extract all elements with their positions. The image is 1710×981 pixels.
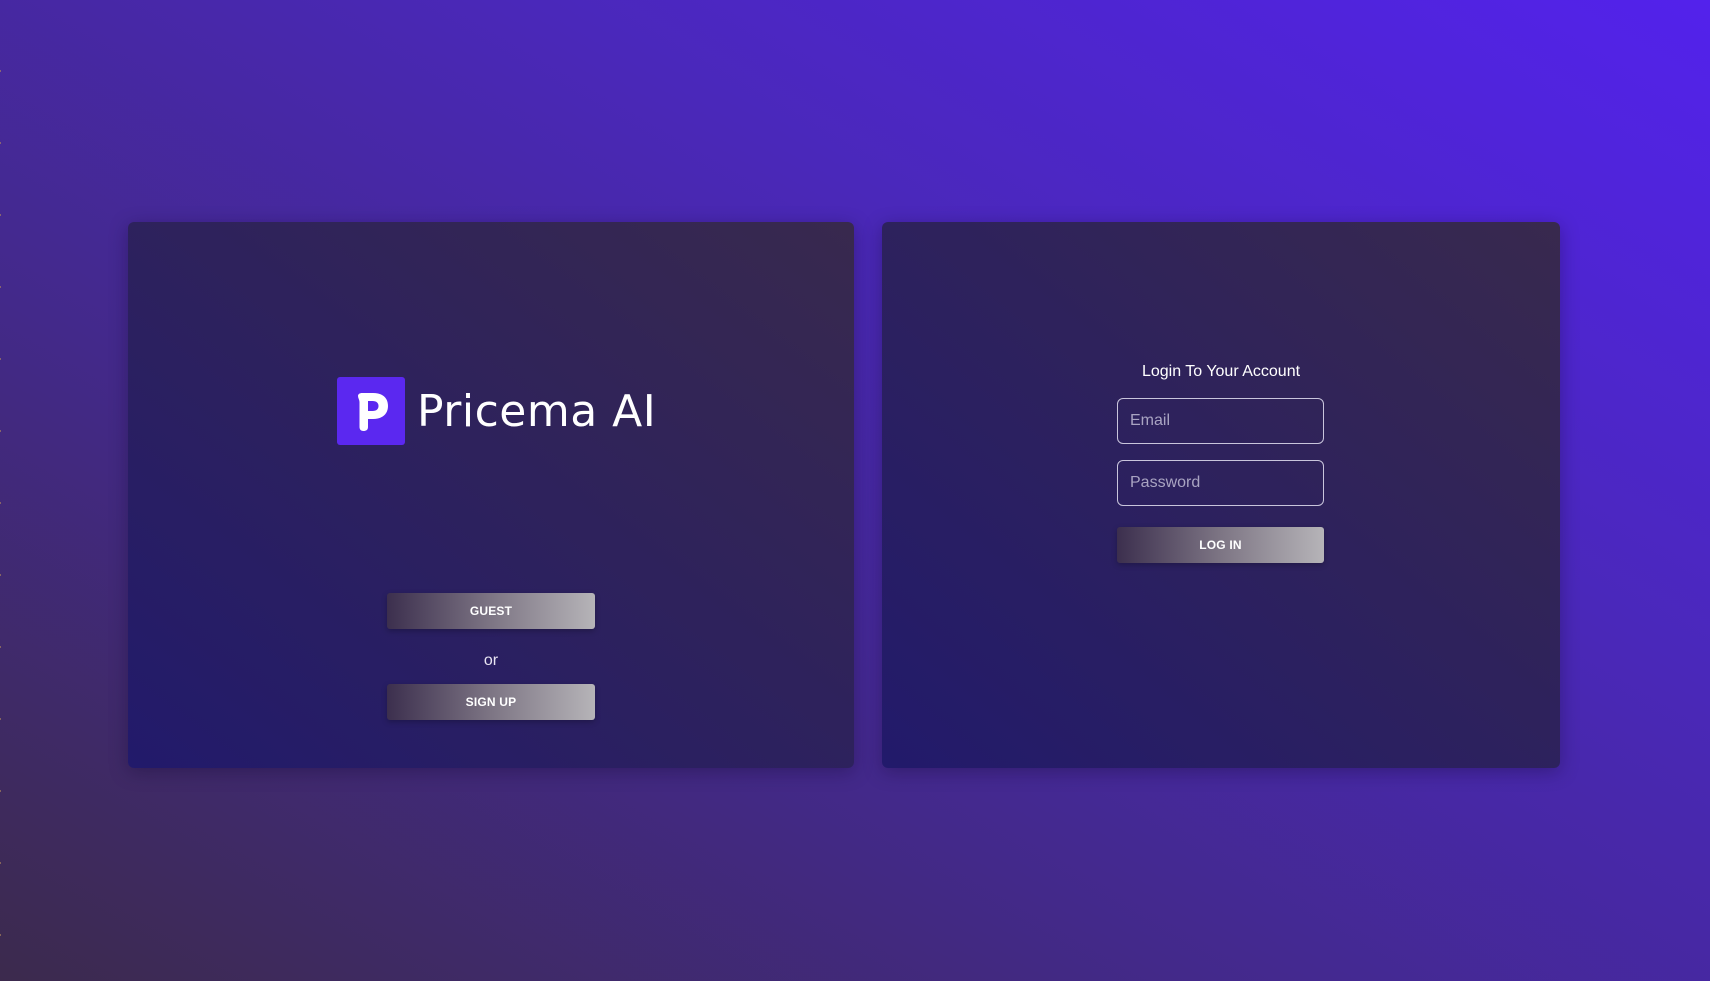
brand-badge-icon <box>337 377 405 445</box>
email-input[interactable] <box>1117 398 1324 444</box>
login-title: Login To Your Account <box>1141 363 1301 380</box>
guest-button[interactable]: GUEST <box>387 593 595 629</box>
login-panel: Login To Your Account LOG IN <box>882 222 1560 768</box>
login-button[interactable]: LOG IN <box>1117 527 1324 563</box>
welcome-panel: Pricema AI GUEST or SIGN UP <box>128 222 854 768</box>
or-separator: or <box>483 652 499 669</box>
window-edge <box>0 0 1 981</box>
password-input[interactable] <box>1117 460 1324 506</box>
signup-button[interactable]: SIGN UP <box>387 684 595 720</box>
brand-name: Pricema AI <box>417 385 657 437</box>
brand-logo: Pricema AI <box>337 377 656 445</box>
p-letter-icon <box>358 393 388 431</box>
